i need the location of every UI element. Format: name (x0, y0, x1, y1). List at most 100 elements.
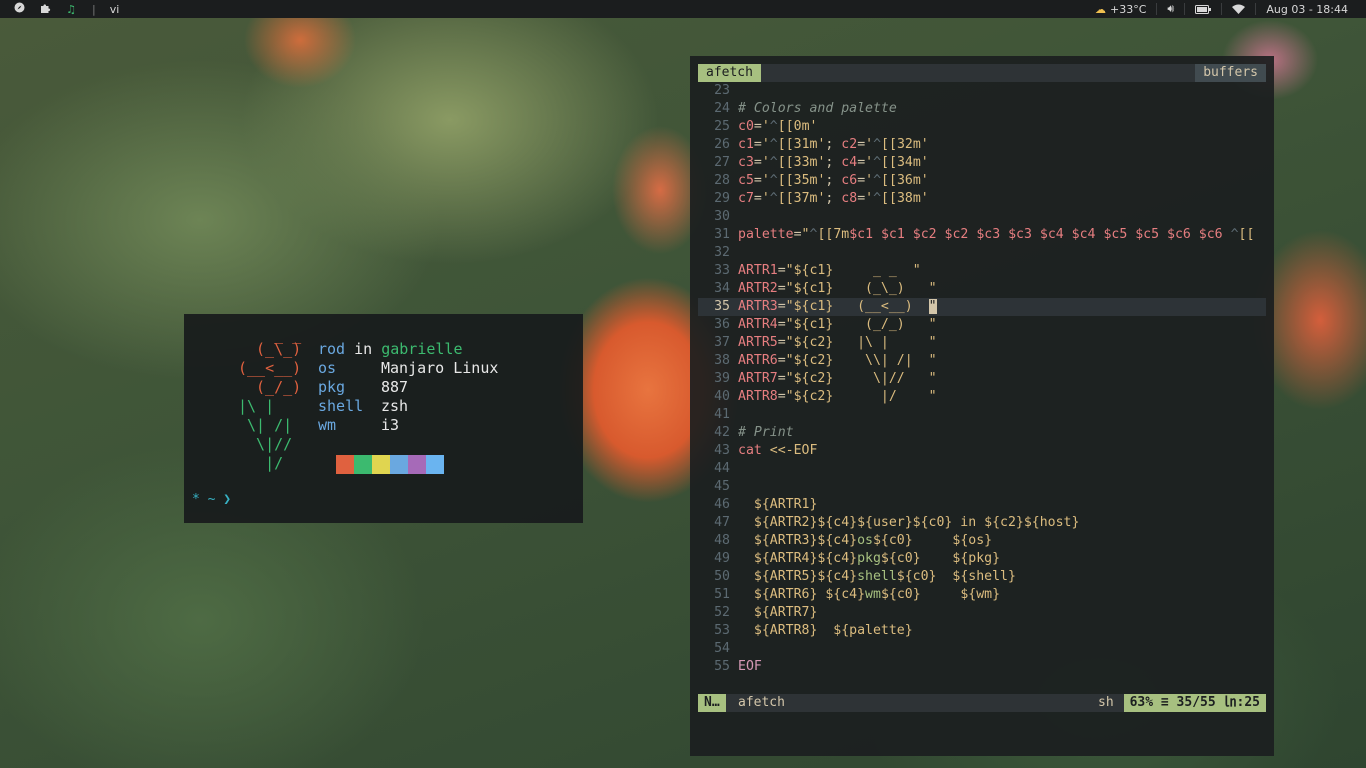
code-line[interactable]: 29 c7='^[[37m'; c8='^[[38m' (698, 190, 1266, 208)
info-key: wm (318, 416, 337, 434)
mode-indicator: N… (698, 694, 726, 712)
code-line[interactable]: 28 c5='^[[35m'; c6='^[[36m' (698, 172, 1266, 190)
line-number: 35 (714, 299, 730, 314)
art-line: \| /| (238, 416, 293, 434)
line-text: ARTR7="${c2} \|// " (738, 371, 937, 386)
separator: | (92, 2, 96, 16)
line-number: 29 (714, 191, 730, 206)
info-value: zsh (381, 397, 409, 415)
line-number: 38 (714, 353, 730, 368)
info-key: os (318, 359, 337, 377)
code-line[interactable]: 24 # Colors and palette (698, 100, 1266, 118)
palette-swatch (354, 455, 372, 474)
line-number: 23 (714, 83, 730, 98)
status-position: 63% ≡ 35/55 ㏑:25 (1123, 694, 1266, 712)
code-line[interactable]: 53 ${ARTR8} ${palette} (698, 622, 1266, 640)
line-text: ${ARTR8} ${palette} (738, 623, 913, 638)
info-user-row: rod in gabrielle (318, 340, 463, 358)
line-number: 50 (714, 569, 730, 584)
code-line[interactable]: 40 ARTR8="${c2} |/ " (698, 388, 1266, 406)
line-text: # Colors and palette (738, 101, 897, 116)
line-text: ${ARTR3}${c4}os${c0} ${os} (738, 533, 993, 548)
code-line[interactable]: 51 ${ARTR6} ${c4}wm${c0} ${wm} (698, 586, 1266, 604)
line-text: palette="^[[7m$c1 $c1 $c2 $c2 $c3 $c3 $c… (738, 227, 1255, 242)
code-line[interactable]: 42 # Print (698, 424, 1266, 442)
line-text: c0='^[[0m' (738, 119, 818, 134)
code-line[interactable]: 39 ARTR7="${c2} \|// " (698, 370, 1266, 388)
line-number: 54 (714, 641, 730, 656)
art-line: \|// (238, 435, 293, 453)
line-number: 43 (714, 443, 730, 458)
info-key: pkg (318, 378, 346, 396)
line-number: 30 (714, 209, 730, 224)
shell-prompt[interactable]: * ~ ❯ (192, 492, 231, 507)
line-number: 31 (714, 227, 730, 242)
code-line[interactable]: 45 (698, 478, 1266, 496)
buffers-label[interactable]: buffers (1195, 64, 1266, 82)
line-text: ARTR2="${c1} (_\_) " (738, 281, 937, 296)
palette-swatch (372, 455, 390, 474)
line-number: 26 (714, 137, 730, 152)
line-text: ${ARTR4}${c4}pkg${c0} ${pkg} (738, 551, 1001, 566)
code-area[interactable]: 23 24 # Colors and palette 25 c0='^[[0m' 26 c1… (698, 82, 1266, 676)
line-text: ${ARTR2}${c4}${user}${c0} in ${c2}${host… (738, 515, 1080, 530)
wifi-icon[interactable] (1221, 3, 1255, 15)
info-key: shell (318, 397, 364, 415)
code-line[interactable]: 30 (698, 208, 1266, 226)
code-line[interactable]: 49 ${ARTR4}${c4}pkg${c0} ${pkg} (698, 550, 1266, 568)
palette-swatch (336, 455, 354, 474)
code-line[interactable]: 26 c1='^[[31m'; c2='^[[32m' (698, 136, 1266, 154)
code-line[interactable]: 37 ARTR5="${c2} |\ | " (698, 334, 1266, 352)
code-line[interactable]: 46 ${ARTR1} (698, 496, 1266, 514)
line-text: ${ARTR1} (738, 497, 818, 512)
line-number: 36 (714, 317, 730, 332)
line-text: cat <<-EOF (738, 443, 818, 458)
palette-swatch (408, 455, 426, 474)
code-line[interactable]: 50 ${ARTR5}${c4}shell${c0} ${shell} (698, 568, 1266, 586)
code-line[interactable]: 47 ${ARTR2}${c4}${user}${c0} in ${c2}${h… (698, 514, 1266, 532)
line-number: 39 (714, 371, 730, 386)
code-line[interactable]: 32 (698, 244, 1266, 262)
cursor: " (928, 299, 937, 314)
line-text: c3='^[[33m'; c4='^[[34m' (738, 155, 929, 170)
code-line[interactable]: 55 EOF (698, 658, 1266, 676)
code-line[interactable]: 34 ARTR2="${c1} (_\_) " (698, 280, 1266, 298)
weather-icon: ☁ (1095, 2, 1107, 16)
code-line[interactable]: 23 (698, 82, 1266, 100)
line-number: 47 (714, 515, 730, 530)
line-number: 51 (714, 587, 730, 602)
line-number: 32 (714, 245, 730, 260)
code-line[interactable]: 38 ARTR6="${c2} \\| /| " (698, 352, 1266, 370)
line-text: ${ARTR5}${c4}shell${c0} ${shell} (738, 569, 1016, 584)
weather-widget[interactable]: ☁ +33°C (1085, 2, 1156, 16)
art-line: (_/_) (247, 378, 302, 396)
top-bar: ♫ | vi ☁ +33°C 🔊︎ Aug 03 - 18:44 (0, 0, 1366, 18)
code-line[interactable]: 36 ARTR4="${c1} (_/_) " (698, 316, 1266, 334)
music-note-icon[interactable]: ♫ (64, 3, 78, 16)
line-number: 44 (714, 461, 730, 476)
tab-afetch[interactable]: afetch (698, 64, 761, 82)
code-line[interactable]: 41 (698, 406, 1266, 424)
puzzle-icon[interactable] (38, 2, 52, 17)
clock[interactable]: Aug 03 - 18:44 (1255, 3, 1358, 16)
code-line[interactable]: 43 cat <<-EOF (698, 442, 1266, 460)
code-line[interactable]: 35 ARTR3="${c1} (__<__) " (698, 298, 1266, 316)
code-line[interactable]: 48 ${ARTR3}${c4}os${c0} ${os} (698, 532, 1266, 550)
volume-icon[interactable]: 🔊︎ (1156, 2, 1184, 15)
battery-icon[interactable] (1184, 3, 1221, 15)
compass-icon[interactable] (12, 2, 26, 16)
art-line: |\ | (238, 397, 275, 415)
code-line[interactable]: 44 (698, 460, 1266, 478)
temperature: +33°C (1110, 2, 1147, 16)
code-line[interactable]: 54 (698, 640, 1266, 658)
code-line[interactable]: 31 palette="^[[7m$c1 $c1 $c2 $c2 $c3 $c3 … (698, 226, 1266, 244)
workspace-name[interactable]: vi (110, 3, 120, 16)
code-line[interactable]: 27 c3='^[[33m'; c4='^[[34m' (698, 154, 1266, 172)
code-line[interactable]: 25 c0='^[[0m' (698, 118, 1266, 136)
info-value: i3 (381, 416, 400, 434)
info-value: Manjaro Linux (381, 359, 499, 377)
line-text: c1='^[[31m'; c2='^[[32m' (738, 137, 929, 152)
code-line[interactable]: 33 ARTR1="${c1} _ _ " (698, 262, 1266, 280)
code-line[interactable]: 52 ${ARTR7} (698, 604, 1266, 622)
line-number: 46 (714, 497, 730, 512)
